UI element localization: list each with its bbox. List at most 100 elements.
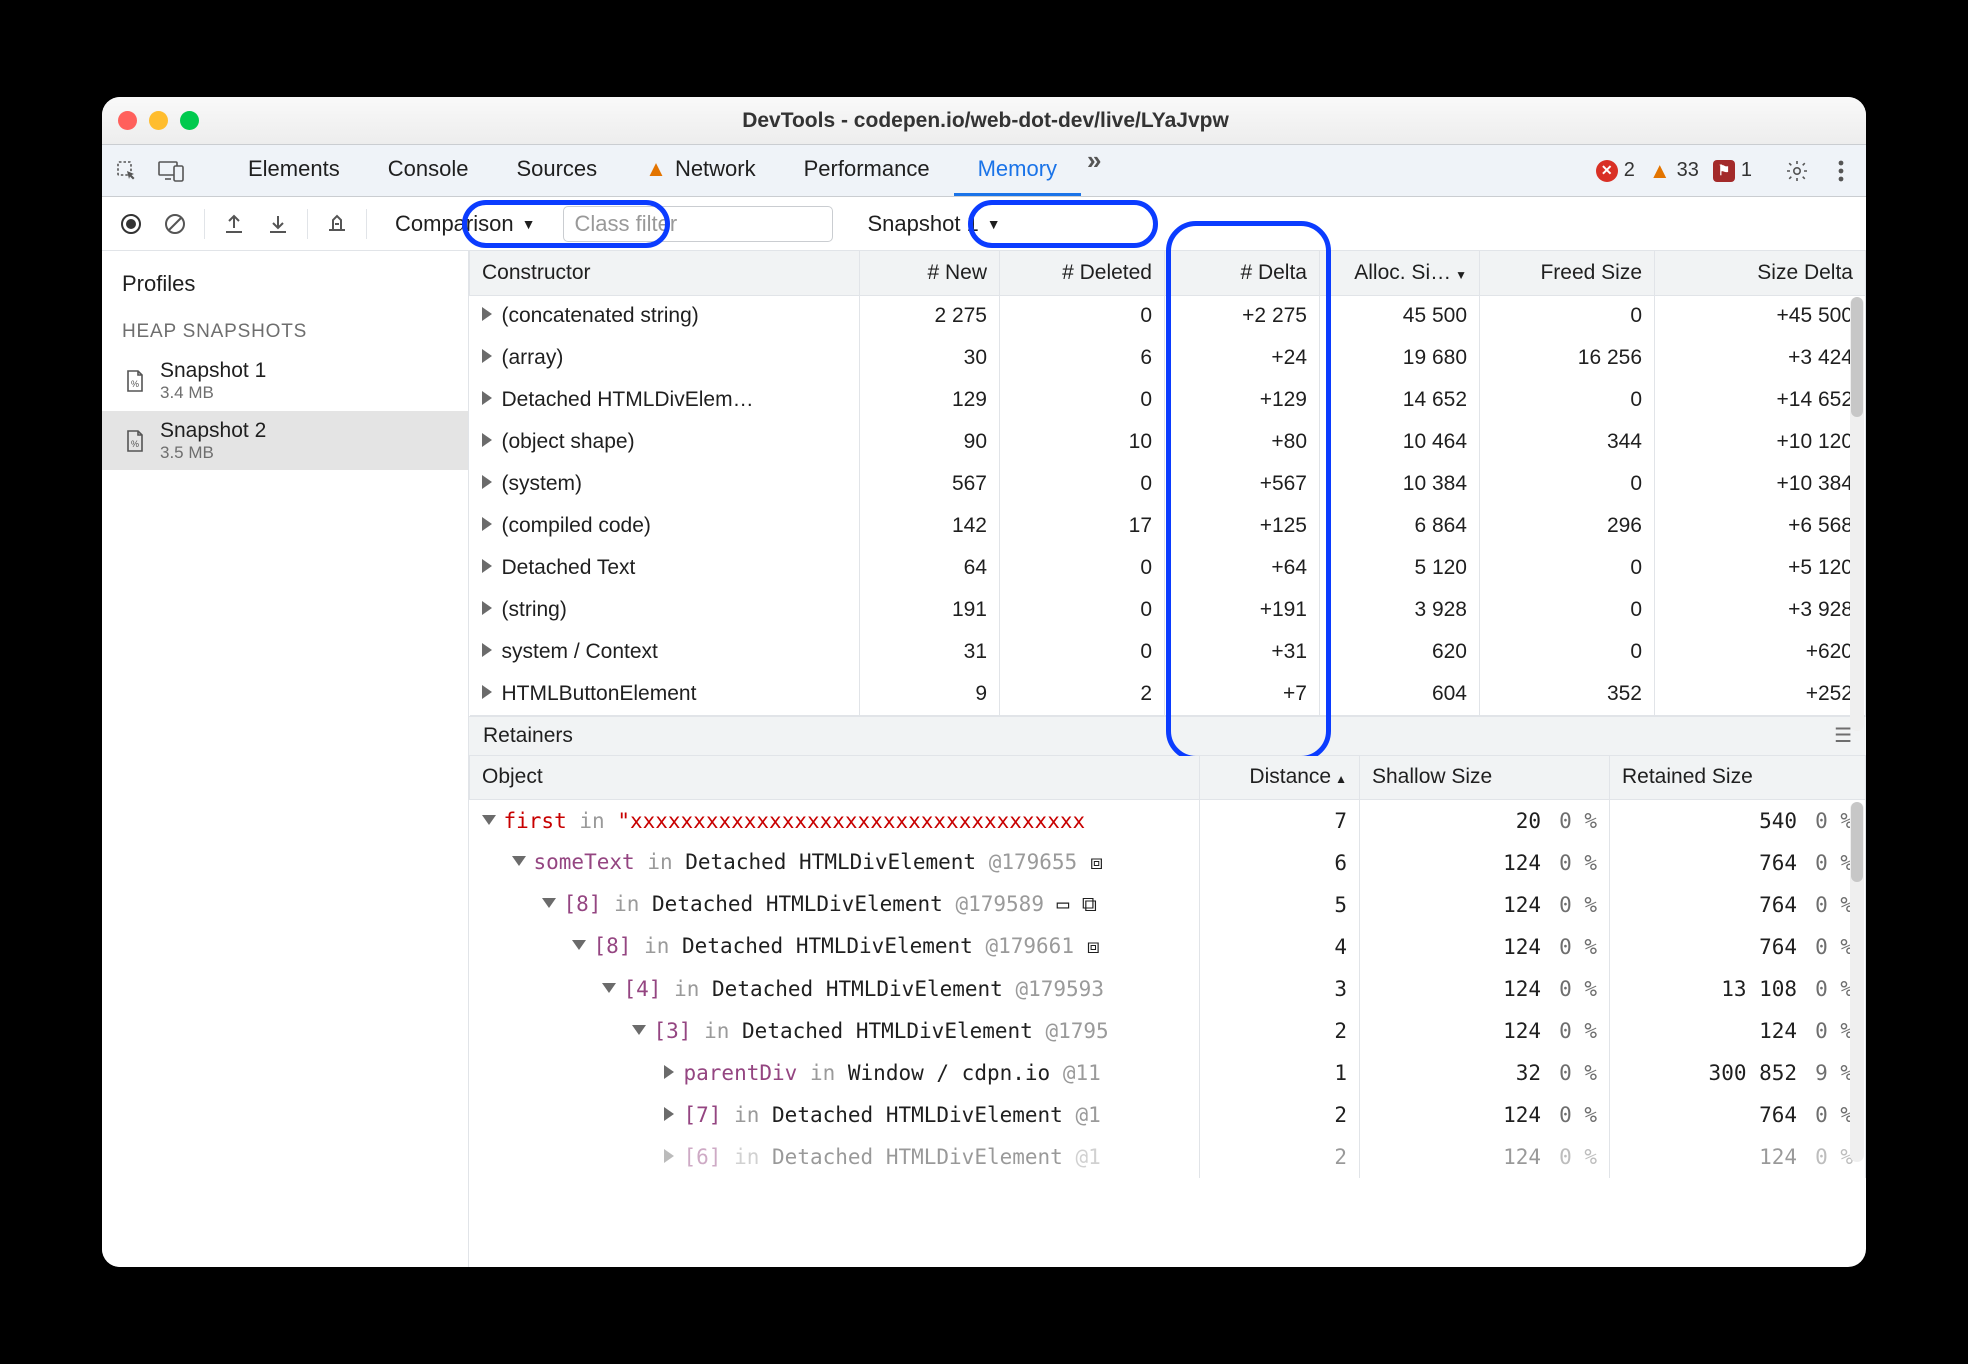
warning-counter[interactable]: ▲ 33: [1649, 158, 1699, 184]
sidebar-snapshot-item[interactable]: % Snapshot 1 3.4 MB: [102, 351, 468, 411]
col-deleted[interactable]: # Deleted: [1000, 251, 1165, 295]
retainer-row[interactable]: [8] in Detached HTMLDivElement @179661 ⧈…: [470, 926, 1866, 968]
table-row[interactable]: (system) 567 0 +567 10 384 0 +10 384: [470, 463, 1866, 505]
new-cell: 31: [860, 631, 1000, 673]
col-constructor[interactable]: Constructor: [470, 251, 860, 295]
expand-icon[interactable]: [602, 983, 616, 993]
col-shallow-size[interactable]: Shallow Size: [1360, 756, 1610, 800]
expand-icon[interactable]: [664, 1065, 674, 1079]
load-profile-icon[interactable]: [219, 209, 249, 239]
retainer-row[interactable]: [4] in Detached HTMLDivElement @179593 3…: [470, 968, 1866, 1010]
class-filter-input[interactable]: Class filter: [563, 206, 833, 242]
retainer-row[interactable]: [6] in Detached HTMLDivElement @1 2 1240…: [470, 1136, 1866, 1178]
retained-cell: 1240 %: [1610, 1010, 1866, 1052]
col-object[interactable]: Object: [470, 756, 1200, 800]
tabs-overflow-icon[interactable]: »: [1081, 145, 1107, 196]
constructor-cell: system / Context: [470, 631, 860, 673]
table-row[interactable]: Detached Text 64 0 +64 5 120 0 +5 120: [470, 547, 1866, 589]
expand-icon[interactable]: [664, 1149, 674, 1163]
new-cell: 142: [860, 505, 1000, 547]
col-new[interactable]: # New: [860, 251, 1000, 295]
freed-cell: 0: [1480, 589, 1655, 631]
retainers-menu-icon[interactable]: ☰: [1834, 723, 1852, 748]
close-window-button[interactable]: [118, 111, 137, 130]
window-title: DevTools - codepen.io/web-dot-dev/live/L…: [211, 109, 1850, 133]
deleted-cell: 0: [1000, 589, 1165, 631]
expand-icon[interactable]: [482, 307, 492, 321]
col-alloc-size[interactable]: Alloc. Si…▼: [1320, 251, 1480, 295]
memory-toolbar: Comparison ▼ Class filter Snapshot 1 ▼: [102, 197, 1866, 251]
retainer-row[interactable]: [3] in Detached HTMLDivElement @1795 2 1…: [470, 1010, 1866, 1052]
table-row[interactable]: system / Context 31 0 +31 620 0 +620: [470, 631, 1866, 673]
retainer-row[interactable]: [7] in Detached HTMLDivElement @1 2 1240…: [470, 1094, 1866, 1136]
distance-cell: 2: [1200, 1010, 1360, 1052]
tab-sources[interactable]: Sources: [492, 145, 621, 196]
distance-cell: 2: [1200, 1094, 1360, 1136]
expand-icon[interactable]: [482, 559, 492, 573]
expand-icon[interactable]: [482, 349, 492, 363]
issue-counter[interactable]: ⚑ 1: [1713, 159, 1752, 182]
save-profile-icon[interactable]: [263, 209, 293, 239]
kebab-menu-icon[interactable]: [1826, 156, 1856, 186]
expand-icon[interactable]: [482, 815, 496, 825]
expand-icon[interactable]: [482, 517, 492, 531]
device-toolbar-icon[interactable]: [156, 156, 186, 186]
expand-icon[interactable]: [512, 856, 526, 866]
expand-icon[interactable]: [482, 643, 492, 657]
retained-cell: 7640 %: [1610, 884, 1866, 926]
table-row[interactable]: (string) 191 0 +191 3 928 0 +3 928: [470, 589, 1866, 631]
object-cell: [7] in Detached HTMLDivElement @1: [470, 1094, 1200, 1136]
error-counter[interactable]: ✕ 2: [1596, 159, 1635, 182]
caret-down-icon: ▼: [522, 216, 536, 232]
record-button-icon[interactable]: [116, 209, 146, 239]
sidebar-snapshot-item[interactable]: % Snapshot 2 3.5 MB: [102, 411, 468, 471]
table-row[interactable]: (compiled code) 142 17 +125 6 864 296 +6…: [470, 505, 1866, 547]
expand-icon[interactable]: [542, 898, 556, 908]
alloc-cell: 10 464: [1320, 421, 1480, 463]
expand-icon[interactable]: [482, 685, 492, 699]
table-row[interactable]: HTMLButtonElement 9 2 +7 604 352 +252: [470, 673, 1866, 715]
expand-icon[interactable]: [572, 940, 586, 950]
new-cell: 129: [860, 379, 1000, 421]
expand-icon[interactable]: [482, 601, 492, 615]
expand-icon[interactable]: [482, 433, 492, 447]
expand-icon[interactable]: [632, 1025, 646, 1035]
col-delta[interactable]: # Delta: [1165, 251, 1320, 295]
tab-performance[interactable]: Performance: [780, 145, 954, 196]
tab-label: Performance: [804, 156, 930, 182]
tab-console[interactable]: Console: [364, 145, 493, 196]
new-cell: 90: [860, 421, 1000, 463]
col-retained-size[interactable]: Retained Size: [1610, 756, 1866, 800]
garbage-collect-icon[interactable]: [322, 209, 352, 239]
tab-memory[interactable]: Memory: [954, 145, 1081, 196]
expand-icon[interactable]: [482, 391, 492, 405]
retainers-scrollbar[interactable]: [1850, 802, 1864, 1162]
settings-gear-icon[interactable]: [1782, 156, 1812, 186]
col-distance[interactable]: Distance▲: [1200, 756, 1360, 800]
caret-down-icon: ▼: [987, 216, 1001, 232]
clear-button-icon[interactable]: [160, 209, 190, 239]
table-row[interactable]: Detached HTMLDivElem… 129 0 +129 14 652 …: [470, 379, 1866, 421]
table-row[interactable]: (array) 30 6 +24 19 680 16 256 +3 424: [470, 337, 1866, 379]
retainer-row[interactable]: someText in Detached HTMLDivElement @179…: [470, 842, 1866, 884]
retainer-row[interactable]: [8] in Detached HTMLDivElement @179589 ▭…: [470, 884, 1866, 926]
retainer-row[interactable]: first in "xxxxxxxxxxxxxxxxxxxxxxxxxxxxxx…: [470, 800, 1866, 842]
table-row[interactable]: (concatenated string) 2 275 0 +2 275 45 …: [470, 295, 1866, 337]
deleted-cell: 6: [1000, 337, 1165, 379]
expand-icon[interactable]: [664, 1107, 674, 1121]
col-size-delta[interactable]: Size Delta: [1655, 251, 1866, 295]
tab-network[interactable]: ▲ Network: [621, 145, 779, 196]
col-freed-size[interactable]: Freed Size: [1480, 251, 1655, 295]
baseline-snapshot-dropdown[interactable]: Snapshot 1 ▼: [853, 207, 1014, 241]
inspect-element-icon[interactable]: [112, 156, 142, 186]
tab-elements[interactable]: Elements: [224, 145, 364, 196]
table-scrollbar[interactable]: [1850, 297, 1864, 731]
table-row[interactable]: (object shape) 90 10 +80 10 464 344 +10 …: [470, 421, 1866, 463]
separator: [307, 209, 308, 239]
alloc-cell: 10 384: [1320, 463, 1480, 505]
expand-icon[interactable]: [482, 475, 492, 489]
view-mode-dropdown[interactable]: Comparison ▼: [381, 207, 549, 241]
zoom-window-button[interactable]: [180, 111, 199, 130]
minimize-window-button[interactable]: [149, 111, 168, 130]
retainer-row[interactable]: parentDiv in Window / cdpn.io @11 1 320 …: [470, 1052, 1866, 1094]
